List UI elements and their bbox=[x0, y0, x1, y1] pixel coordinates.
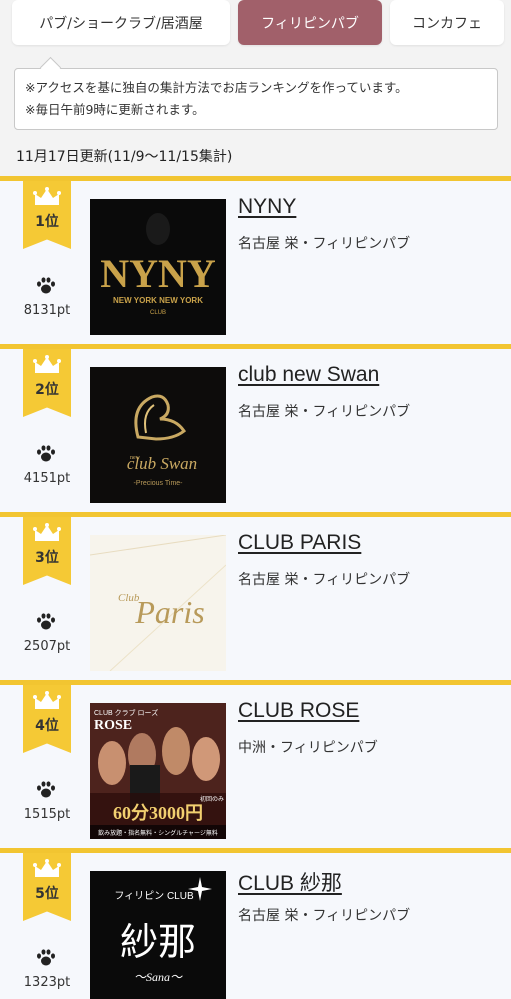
shop-area: 名古屋 栄・フィリピンパブ bbox=[238, 908, 411, 924]
points-value: 8131pt bbox=[23, 303, 71, 318]
logo-sub-text: CLUB クラブ ローズ bbox=[94, 708, 158, 717]
shop-logo-image[interactable]: CLUB クラブ ローズ ROSE 60分3000円 初回のみ 飲み放題・指名無… bbox=[90, 703, 226, 839]
ranking-notice: ※アクセスを基に独自の集計方法でお店ランキングを作っています。 ※毎日午前9時に… bbox=[14, 68, 498, 130]
shop-area: 名古屋 栄・フィリピンパブ bbox=[238, 404, 411, 420]
logo-main-text: 紗那 bbox=[120, 920, 196, 964]
logo-sub-text-3: 飲み放題・指名無料・シングルチャージ無料 bbox=[98, 829, 218, 837]
logo-sub-text-2: CLUB bbox=[150, 310, 166, 316]
rank-label: 1位 bbox=[35, 214, 59, 230]
shop-logo-image[interactable]: フィリピン CLUB 紗那 〜Sana〜 bbox=[90, 871, 226, 999]
logo-main-text: Paris bbox=[134, 594, 204, 630]
rank-badge: 3位 bbox=[23, 517, 71, 585]
shop-logo-image[interactable]: NYNY NEW YORK NEW YORK CLUB bbox=[90, 199, 226, 335]
crown-icon bbox=[33, 691, 61, 709]
shop-area: 名古屋 栄・フィリピンパブ bbox=[238, 236, 411, 252]
crown-icon bbox=[33, 187, 61, 205]
ranking-item[interactable]: 5位 1323pt フィリピン CLUB 紗那 〜Sana〜 CLUB 紗那 名… bbox=[0, 848, 511, 999]
shop-logo-image[interactable]: club Swan new -Precious Time- bbox=[90, 367, 226, 503]
points-value: 1515pt bbox=[23, 807, 71, 822]
paw-icon bbox=[37, 445, 55, 462]
rank-label: 5位 bbox=[35, 886, 59, 902]
logo-sub-text-2: 60分3000円 bbox=[113, 803, 203, 823]
paw-icon bbox=[37, 613, 55, 630]
logo-sub-text-2: 〜Sana〜 bbox=[134, 970, 183, 984]
paw-icon bbox=[37, 949, 55, 966]
logo-sub-text-4: 初回のみ bbox=[200, 795, 224, 803]
rank-badge: 5位 bbox=[23, 853, 71, 921]
ranking-item[interactable]: 1位 8131pt NYNY NEW YORK NEW YORK CLUB NY… bbox=[0, 176, 511, 344]
tab-pub-showclub-izakaya[interactable]: パブ/ショークラブ/居酒屋 bbox=[12, 0, 230, 45]
crown-icon bbox=[33, 859, 61, 877]
ranking-item[interactable]: 3位 2507pt Club Paris CLUB PARIS 名古屋 栄・フィ… bbox=[0, 512, 511, 680]
shop-name-link[interactable]: CLUB PARIS bbox=[238, 531, 361, 555]
points-value: 2507pt bbox=[23, 639, 71, 654]
logo-sub-text: フィリピン CLUB bbox=[114, 890, 194, 902]
rank-label: 3位 bbox=[35, 550, 59, 566]
points-value: 1323pt bbox=[23, 975, 71, 990]
logo-main-text: ROSE bbox=[94, 718, 132, 733]
paw-icon bbox=[37, 277, 55, 294]
rank-badge: 1位 bbox=[23, 181, 71, 249]
logo-main-text: NYNY bbox=[100, 251, 216, 296]
notice-line-2: ※毎日午前9時に更新されます。 bbox=[25, 102, 205, 117]
shop-name-link[interactable]: CLUB ROSE bbox=[238, 699, 359, 723]
category-tabs: パブ/ショークラブ/居酒屋 フィリピンパブ コンカフェ bbox=[0, 0, 511, 45]
paw-icon bbox=[37, 781, 55, 798]
tab-philippine-pub[interactable]: フィリピンパブ bbox=[238, 0, 382, 45]
updated-date: 11月17日更新(11/9〜11/15集計) bbox=[16, 149, 233, 165]
notice-line-1: ※アクセスを基に独自の集計方法でお店ランキングを作っています。 bbox=[25, 80, 408, 95]
shop-name-link[interactable]: NYNY bbox=[238, 195, 296, 219]
rank-badge: 4位 bbox=[23, 685, 71, 753]
shop-name-link[interactable]: club new Swan bbox=[238, 363, 379, 387]
shop-name-link[interactable]: CLUB 紗那 bbox=[238, 867, 342, 897]
rank-label: 4位 bbox=[35, 718, 59, 734]
ranking-item[interactable]: 2位 4151pt club Swan new -Precious Time- … bbox=[0, 344, 511, 512]
logo-sub-text: NEW YORK NEW YORK bbox=[113, 296, 203, 305]
shop-area: 中洲・フィリピンパブ bbox=[238, 740, 378, 756]
shop-area: 名古屋 栄・フィリピンパブ bbox=[238, 572, 411, 588]
rank-badge: 2位 bbox=[23, 349, 71, 417]
tab-concept-cafe[interactable]: コンカフェ bbox=[390, 0, 504, 45]
points-value: 4151pt bbox=[23, 471, 71, 486]
crown-icon bbox=[33, 355, 61, 373]
rank-label: 2位 bbox=[35, 382, 59, 398]
ranking-list: 1位 8131pt NYNY NEW YORK NEW YORK CLUB NY… bbox=[0, 176, 511, 999]
logo-sub-text-2: -Precious Time- bbox=[133, 480, 183, 487]
shop-logo-image[interactable]: Club Paris bbox=[90, 535, 226, 671]
crown-icon bbox=[33, 523, 61, 541]
ranking-item[interactable]: 4位 1515pt CLUB クラブ ローズ ROSE 60分3000円 初回の… bbox=[0, 680, 511, 848]
logo-sub-text: new bbox=[130, 455, 141, 461]
